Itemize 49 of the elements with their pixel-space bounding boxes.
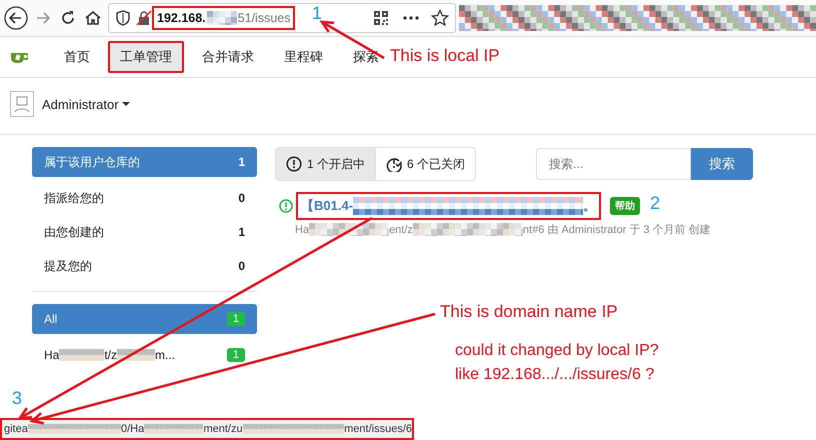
blurred-text [59, 349, 104, 361]
crossed-lock-icon [136, 10, 152, 26]
search-button[interactable]: 搜索 [691, 148, 754, 180]
star-icon[interactable] [431, 9, 449, 27]
cup-logo-icon[interactable] [10, 50, 28, 64]
filter-item[interactable]: 由您创建的 1 [32, 215, 257, 249]
annotation-number: 3 [12, 388, 22, 409]
closed-issue-icon [386, 156, 402, 172]
nav-tab[interactable]: 工单管理 [108, 41, 184, 73]
user-menu[interactable]: Administrator [42, 96, 119, 112]
count-badge: 1 [226, 312, 245, 326]
home-icon[interactable] [83, 8, 103, 28]
annotation-note: like 192.168.../.../issures/6 ? [455, 366, 654, 384]
repo-filter-item[interactable]: Ha t/z m... 1 [32, 338, 257, 372]
filter-item[interactable]: 指派给您的 0 [32, 181, 257, 215]
url-text: 192.168. [157, 11, 206, 25]
state-tab[interactable]: 6 个已关闭 [375, 148, 476, 180]
issue-meta-text: Ha [295, 224, 310, 236]
state-tab[interactable]: 1 个开启中 [276, 148, 376, 180]
annotation-note: could it changed by local IP? [455, 342, 659, 360]
blurred-text [144, 423, 204, 435]
nav-tab[interactable]: 合并请求 [190, 41, 266, 73]
open-issue-icon [279, 199, 293, 213]
qr-code-icon[interactable] [373, 10, 389, 26]
count-badge: 1 [226, 348, 245, 362]
issue-meta-text: nt#6 由 Administrator 于 3 个月前 创建 [522, 223, 711, 237]
blurred-text [117, 349, 156, 361]
status-url-text: gitea [4, 423, 28, 435]
back-icon[interactable] [4, 6, 28, 30]
status-url-text: 0/Ha [120, 423, 144, 435]
annotation-number: 2 [650, 193, 660, 214]
filter-item[interactable]: 属于该用户仓库的 1 [32, 147, 257, 177]
open-issue-icon [286, 156, 302, 172]
repo-filter-item[interactable]: All 1 [32, 304, 257, 334]
url-text: 51/issues [238, 11, 290, 25]
avatar-icon [10, 91, 34, 117]
nav-tab[interactable]: 首页 [52, 41, 102, 73]
blurred-text [206, 11, 237, 25]
nav-tab[interactable]: 里程碑 [272, 41, 335, 73]
caret-icon [122, 101, 130, 107]
filter-item[interactable]: 提及您的 0 [32, 249, 257, 283]
issue-meta-text: ent/z [389, 224, 413, 236]
annotation-note: This is local IP [390, 46, 500, 66]
search-field[interactable]: 搜索... [536, 148, 692, 180]
status-url-text: ment/issues/6 [344, 423, 412, 435]
annotation-note: This is domain name IP [440, 302, 618, 322]
annotation-number: 1 [312, 3, 322, 24]
shield-icon [115, 10, 131, 26]
status-url-text: ment/zu [203, 423, 243, 435]
